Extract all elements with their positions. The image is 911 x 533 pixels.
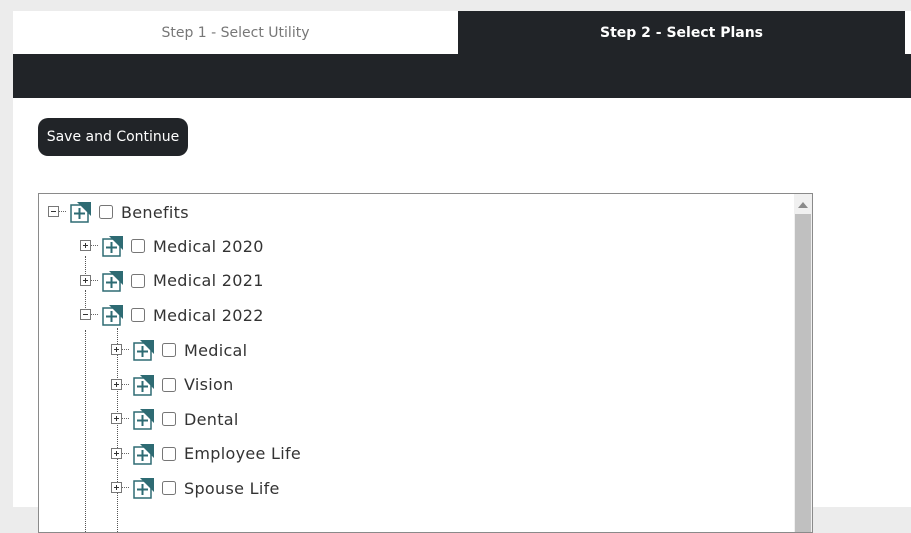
tree-node-medical-2020[interactable]: Medical 2020 [80,234,264,258]
header-bar [13,54,911,98]
expand-toggle-icon[interactable] [80,274,98,287]
tree-guide-line [85,330,86,532]
add-node-icon [133,408,155,430]
node-checkbox[interactable] [162,446,176,461]
add-node-icon [102,304,124,326]
node-checkbox[interactable] [99,205,113,219]
node-checkbox[interactable] [131,273,145,288]
plan-tree[interactable]: Benefits Medical 2020 Medical 2021 Medical … [38,193,813,533]
node-label: Employee Life [184,444,302,463]
add-node-icon [133,339,155,361]
tree-node-medical-2021[interactable]: Medical 2021 [80,269,264,293]
add-node-icon [102,270,124,292]
tree-node-dental[interactable]: Dental [111,407,239,431]
tree-node-employee-life[interactable]: Employee Life [111,442,301,466]
add-node-icon [102,235,124,257]
collapse-toggle-icon[interactable] [48,206,66,218]
node-label: Vision [184,375,234,394]
node-label: Dental [184,409,239,429]
step-2-label: Step 2 - Select Plans [599,24,763,41]
tree-node-vision[interactable]: Vision [111,373,234,397]
step-1-label: Step 1 - Select Utility [161,24,310,41]
save-and-continue-button[interactable]: Save and Continue [38,118,188,156]
node-checkbox[interactable] [162,377,176,392]
add-node-icon [133,374,155,396]
scroll-up-arrow-icon[interactable] [798,202,808,208]
tree-node-medical[interactable]: Medical [111,338,247,362]
node-checkbox[interactable] [131,308,145,322]
node-checkbox[interactable] [162,343,176,357]
content-panel: Save and Continue Benefits Medical 2020 Me… [13,98,911,533]
node-checkbox[interactable] [162,481,176,495]
tree-node-spouse-life[interactable]: Spouse Life [111,476,280,500]
node-label: Medical 2022 [153,305,264,325]
node-label: Medical 2020 [153,236,264,256]
tree-node-benefits[interactable]: Benefits [48,200,189,224]
expand-toggle-icon[interactable] [111,378,129,391]
add-node-icon [133,443,155,465]
node-checkbox[interactable] [131,239,145,253]
node-checkbox[interactable] [162,412,176,426]
expand-toggle-icon[interactable] [111,447,129,460]
expand-toggle-icon[interactable] [111,413,129,425]
node-label: Medical [184,340,248,360]
add-node-icon [70,201,92,223]
node-label: Medical 2021 [153,271,264,290]
step-1-tab[interactable]: Step 1 - Select Utility [13,11,458,54]
expand-toggle-icon[interactable] [111,482,129,494]
tree-node-medical-2022[interactable]: Medical 2022 [80,303,264,327]
step-bar-gap [905,11,911,54]
expand-toggle-icon[interactable] [111,344,129,356]
scroll-thumb[interactable] [795,214,811,532]
tree-scrollbar[interactable] [794,194,812,532]
add-node-icon [133,477,155,499]
step-navigation: Step 1 - Select Utility Step 2 - Select … [13,11,911,54]
node-label: Spouse Life [184,478,280,498]
step-2-tab[interactable]: Step 2 - Select Plans [458,11,905,54]
node-label: Benefits [121,202,189,222]
collapse-toggle-icon[interactable] [80,309,98,321]
expand-toggle-icon[interactable] [80,240,98,252]
